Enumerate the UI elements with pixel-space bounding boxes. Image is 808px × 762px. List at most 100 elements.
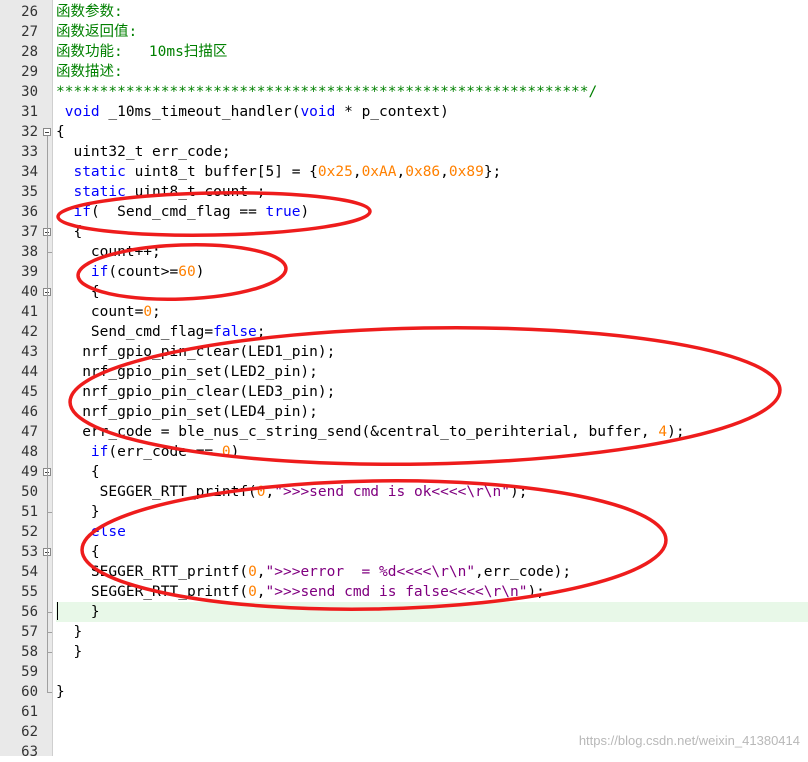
code-token: 函数参数: xyxy=(56,4,123,20)
code-line[interactable]: 函数功能: 10ms扫描区 xyxy=(56,42,808,62)
code-line[interactable]: } xyxy=(56,642,808,662)
code-token: ">>>error = %d<<<<\r\n" xyxy=(265,564,476,580)
line-number: 37 xyxy=(21,224,38,240)
code-token: 0xAA xyxy=(361,164,397,180)
line-number: 32 xyxy=(21,124,38,140)
code-token: Send_cmd_flag= xyxy=(56,324,214,340)
code-token: } xyxy=(56,504,100,520)
code-token: nrf_gpio_pin_clear(LED3_pin); xyxy=(56,384,336,400)
code-token: 4 xyxy=(658,424,668,440)
fold-toggle-icon[interactable] xyxy=(43,128,51,136)
code-token: ) xyxy=(195,264,205,280)
code-line[interactable]: uint32_t err_code; xyxy=(56,142,808,162)
code-token: SEGGER_RTT_printf( xyxy=(56,564,249,580)
code-token: ) xyxy=(230,444,240,460)
code-token: 0x25 xyxy=(317,164,353,180)
code-line[interactable] xyxy=(56,662,808,682)
code-line[interactable]: { xyxy=(56,222,808,242)
code-token: }; xyxy=(483,164,502,180)
code-line[interactable]: { xyxy=(56,542,808,562)
code-line[interactable]: err_code = ble_nus_c_string_send(&centra… xyxy=(56,422,808,442)
code-line[interactable]: 函数描述: xyxy=(56,62,808,82)
code-line[interactable]: nrf_gpio_pin_set(LED4_pin); xyxy=(56,402,808,422)
line-number: 31 xyxy=(21,104,38,120)
code-area[interactable]: 函数参数: 函数返回值: 函数功能: 10ms扫描区 函数描述: ***********… xyxy=(56,0,808,756)
code-line[interactable]: SEGGER_RTT_printf(0,">>>error = %d<<<<\r… xyxy=(56,562,808,582)
code-line[interactable]: 函数参数: xyxy=(56,2,808,22)
watermark: https://blog.csdn.net/weixin_41380414 xyxy=(578,733,800,748)
code-token: uint8_t count ; xyxy=(125,184,266,200)
code-line[interactable]: } xyxy=(56,682,808,702)
code-line[interactable]: static uint8_t buffer[5] = {0x25,0xAA,0x… xyxy=(56,162,808,182)
code-line[interactable]: static uint8_t count ; xyxy=(56,182,808,202)
code-token: , xyxy=(440,164,449,180)
fold-end-marker xyxy=(47,632,52,633)
code-line[interactable]: { xyxy=(56,282,808,302)
code-line[interactable]: } xyxy=(56,622,808,642)
line-number: 30 xyxy=(21,84,38,100)
line-number: 45 xyxy=(21,384,38,400)
line-number: 42 xyxy=(21,324,38,340)
line-number: 55 xyxy=(21,584,38,600)
code-line[interactable]: count++; xyxy=(56,242,808,262)
code-token: 60 xyxy=(178,264,196,280)
line-number: 33 xyxy=(21,144,38,160)
line-number: 56 xyxy=(21,604,38,620)
code-line[interactable]: nrf_gpio_pin_clear(LED3_pin); xyxy=(56,382,808,402)
code-line[interactable]: nrf_gpio_pin_clear(LED1_pin); xyxy=(56,342,808,362)
code-token: { xyxy=(56,124,65,140)
code-token: 0 xyxy=(256,484,266,500)
line-number: 28 xyxy=(21,44,38,60)
code-token: * p_context) xyxy=(335,104,449,120)
code-line[interactable]: if( Send_cmd_flag == true) xyxy=(56,202,808,222)
code-line[interactable]: if(err_code == 0) xyxy=(56,442,808,462)
line-number: 58 xyxy=(21,644,38,660)
line-number: 49 xyxy=(21,464,38,480)
text-caret xyxy=(57,602,58,620)
code-line[interactable]: } xyxy=(56,502,808,522)
code-token: _10ms_timeout_handler( xyxy=(99,104,301,120)
code-line[interactable]: count=0; xyxy=(56,302,808,322)
code-token: 0 xyxy=(248,584,257,600)
code-token: } xyxy=(56,624,83,640)
code-line[interactable]: { xyxy=(56,122,808,142)
line-number: 51 xyxy=(21,504,38,520)
code-token: count++; xyxy=(56,244,161,260)
fold-guide-line xyxy=(47,136,48,692)
code-token: SEGGER_RTT_printf( xyxy=(56,584,249,600)
code-line[interactable]: ****************************************… xyxy=(56,82,808,102)
code-line[interactable]: } xyxy=(56,602,808,622)
code-token: { xyxy=(56,464,100,480)
line-number: 46 xyxy=(21,404,38,420)
code-token: } xyxy=(56,644,83,660)
code-line[interactable]: nrf_gpio_pin_set(LED2_pin); xyxy=(56,362,808,382)
code-token: ">>>send cmd is ok<<<<\r\n" xyxy=(274,484,510,500)
line-number: 61 xyxy=(21,704,38,720)
line-number: 60 xyxy=(21,684,38,700)
code-line[interactable]: SEGGER_RTT_printf(0,">>>send cmd is fals… xyxy=(56,582,808,602)
code-line[interactable]: else xyxy=(56,522,808,542)
code-line[interactable]: if(count>=60) xyxy=(56,262,808,282)
line-number: 44 xyxy=(21,364,38,380)
fold-end-marker xyxy=(47,512,52,513)
code-token: , xyxy=(256,584,266,600)
code-token: } xyxy=(56,684,65,700)
code-editor[interactable]: 26 27 28 29 30 31 32 33 34 35 36 37 38 39 40 41 42 43 44 45… xyxy=(0,0,808,760)
code-token: else xyxy=(90,524,126,540)
code-line[interactable]: void _10ms_timeout_handler(void * p_cont… xyxy=(56,102,808,122)
fold-end-marker xyxy=(47,612,52,613)
code-token: static xyxy=(73,184,126,200)
code-token: if xyxy=(90,264,109,280)
code-line[interactable] xyxy=(56,702,808,722)
line-number: 36 xyxy=(21,204,38,220)
code-line[interactable]: { xyxy=(56,462,808,482)
line-number: 40 xyxy=(21,284,38,300)
code-line[interactable]: SEGGER_RTT_printf(0,">>>send cmd is ok<<… xyxy=(56,482,808,502)
code-line[interactable]: Send_cmd_flag=false; xyxy=(56,322,808,342)
code-line[interactable]: 函数返回值: xyxy=(56,22,808,42)
